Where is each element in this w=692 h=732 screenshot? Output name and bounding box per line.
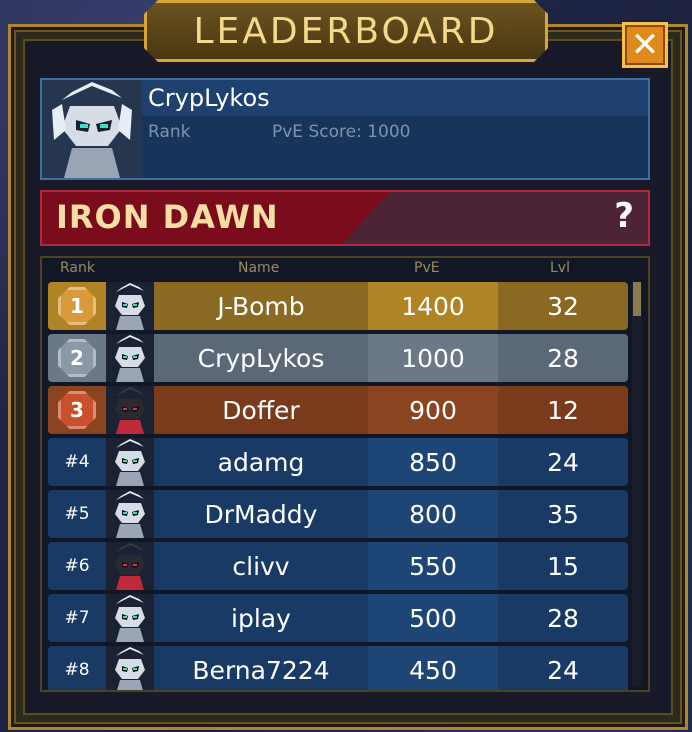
pve-score-cell: 550 [368,542,498,590]
player-pve-score: PvE Score: 1000 [272,122,411,142]
banner-stripe [342,192,648,244]
pve-score-cell: 500 [368,594,498,642]
table-header: Rank Name PvE Lvl [42,258,648,280]
level-cell: 28 [547,343,579,373]
page-title: LEADERBOARD [193,10,499,52]
player-avatar-icon [106,386,154,434]
rank-value: #7 [64,608,90,628]
level-cell: 12 [547,395,579,425]
table-row[interactable]: 3 Doffer 900 12 [48,386,628,434]
player-name-cell: clivv [232,551,290,581]
player-avatar-icon [106,542,154,590]
rank-medal-icon: 1 [58,287,96,325]
table-body: 1 J-Bomb 1400 32 2 CrypLykos 1000 28 3 Doffer 900 1… [48,282,628,690]
pve-score-cell: 1000 [368,334,498,382]
level-cell: 28 [547,603,579,633]
rank-cell: #5 [48,490,106,538]
player-avatar-icon [106,282,154,330]
column-header-lvl: Lvl [550,260,570,276]
player-name-cell: CrypLykos [197,343,325,373]
rank-medal-icon: 2 [58,339,96,377]
player-name-cell: Berna7224 [192,655,330,685]
player-name-cell: DrMaddy [204,499,318,529]
player-name-cell: J-Bomb [217,291,305,321]
table-row[interactable]: #4 adamg 850 24 [48,438,628,486]
rank-value: #6 [64,556,90,576]
player-avatar-icon [106,490,154,538]
rank-cell: 3 [48,386,106,434]
rank-value: 2 [70,346,84,370]
pve-score-cell: 1400 [368,282,498,330]
rank-value: #8 [64,660,90,680]
column-header-name: Name [238,260,280,276]
table-row[interactable]: 1 J-Bomb 1400 32 [48,282,628,330]
guild-banner: IRON DAWN ? [40,190,650,246]
table-row[interactable]: #7 iplay 500 28 [48,594,628,642]
rank-cell: #6 [48,542,106,590]
scrollbar[interactable] [632,282,642,686]
table-row[interactable]: #6 clivv 550 15 [48,542,628,590]
column-header-pve: PvE [414,260,440,276]
guild-name: IRON DAWN [56,198,279,236]
table-row[interactable]: 2 CrypLykos 1000 28 [48,334,628,382]
player-avatar-icon [106,594,154,642]
player-avatar-icon [106,334,154,382]
rank-value: 3 [70,398,84,422]
rank-medal-icon: 3 [58,391,96,429]
leaderboard-table: Rank Name PvE Lvl 1 J-Bomb 1400 32 2 CrypLyko… [40,256,650,692]
rank-cell: #4 [48,438,106,486]
player-avatar-icon [106,438,154,486]
robot-avatar-icon [42,80,142,178]
level-cell: 32 [547,291,579,321]
rank-cell: #8 [48,646,106,690]
pve-score-cell: 800 [368,490,498,538]
rank-cell: #7 [48,594,106,642]
rank-value: #5 [64,504,90,524]
player-name: CrypLykos [148,84,270,112]
player-name-cell: Doffer [222,395,300,425]
close-icon: ✕ [630,25,660,65]
player-name-cell: iplay [231,603,291,633]
rank-value: 1 [70,294,84,318]
level-cell: 24 [547,447,579,477]
level-cell: 15 [547,551,579,581]
close-button[interactable]: ✕ [622,22,668,68]
pve-score-cell: 850 [368,438,498,486]
player-card: CrypLykos Rank PvE Score: 1000 [40,78,650,180]
table-row[interactable]: #8 Berna7224 450 24 [48,646,628,690]
help-button[interactable]: ? [614,196,634,236]
level-cell: 24 [547,655,579,685]
player-avatar-icon [106,646,154,690]
title-plate: LEADERBOARD [144,0,548,62]
pve-score-cell: 900 [368,386,498,434]
rank-cell: 2 [48,334,106,382]
pve-score-cell: 450 [368,646,498,690]
player-rank-label: Rank [148,122,191,142]
level-cell: 35 [547,499,579,529]
column-header-rank: Rank [60,260,95,276]
table-row[interactable]: #5 DrMaddy 800 35 [48,490,628,538]
scrollbar-thumb[interactable] [633,282,641,316]
rank-cell: 1 [48,282,106,330]
rank-value: #4 [64,452,90,472]
player-name-cell: adamg [217,447,305,477]
